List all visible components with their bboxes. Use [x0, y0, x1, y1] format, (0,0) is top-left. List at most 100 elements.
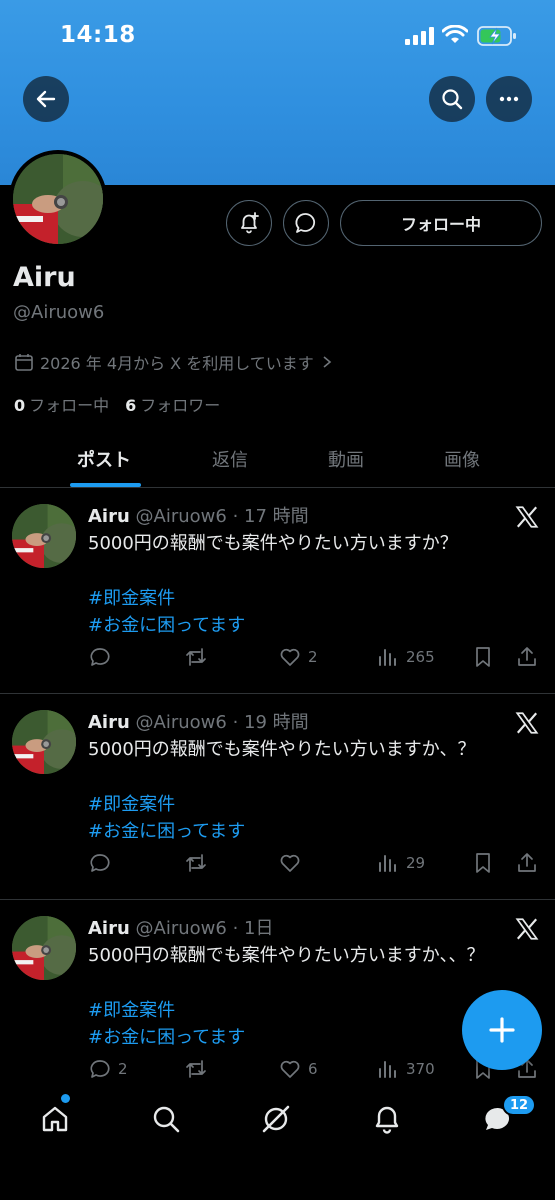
chat-bubble-icon — [295, 213, 315, 233]
nav-grok[interactable] — [258, 1101, 294, 1137]
home-icon — [42, 1106, 68, 1132]
followers-label: フォロワー — [140, 396, 221, 415]
search-icon — [442, 89, 463, 110]
like-button[interactable] — [278, 850, 308, 876]
direct-message-button[interactable] — [283, 200, 329, 246]
bookmark-button[interactable] — [471, 644, 495, 670]
hashtag-link[interactable]: #お金に困ってます — [88, 611, 245, 637]
hashtag-link[interactable]: #即金案件 — [88, 584, 175, 610]
heart-icon — [280, 648, 300, 666]
hashtag-link[interactable]: #即金案件 — [88, 790, 175, 816]
bell-icon — [375, 1106, 399, 1134]
tweet-author-name[interactable]: Airu — [88, 712, 130, 733]
bookmark-icon — [476, 647, 490, 667]
nav-home[interactable] — [37, 1101, 73, 1137]
followers-count: 6 — [125, 396, 137, 415]
reply-icon — [90, 854, 110, 872]
bookmark-button[interactable] — [471, 850, 495, 876]
arrow-left-icon — [36, 90, 56, 108]
avatar-photo — [12, 504, 76, 568]
plus-icon — [489, 1017, 515, 1043]
share-button[interactable] — [515, 850, 539, 876]
more-horizontal-icon — [499, 96, 519, 102]
bell-plus-icon — [241, 212, 259, 234]
tweet-meta: @Airuow6 · 1日 — [135, 918, 274, 939]
views-chart-icon — [379, 1061, 396, 1078]
like-button[interactable]: 2 — [278, 644, 318, 670]
tweet[interactable]: Airu @Airuow6 · 19 時間 5000円の報酬でも案件やりたい方い… — [0, 694, 555, 900]
profile-avatar[interactable] — [9, 150, 107, 248]
reply-count: 2 — [118, 1060, 128, 1078]
tweet-text: 5000円の報酬でも案件やりたい方いますか、、？ — [88, 945, 485, 966]
tab-videos[interactable]: 動画 — [288, 430, 404, 487]
views-button[interactable]: 370 — [376, 1056, 435, 1082]
back-button[interactable] — [23, 76, 69, 122]
tweet-author-name[interactable]: Airu — [88, 918, 130, 939]
active-tab-indicator — [70, 483, 141, 487]
views-button[interactable]: 265 — [376, 644, 435, 670]
home-unread-dot — [61, 1094, 70, 1103]
repost-button[interactable] — [184, 1056, 214, 1082]
views-chart-icon — [379, 855, 396, 872]
repost-icon — [186, 1060, 206, 1078]
tweet-actions: 29 — [88, 850, 544, 876]
tab-images[interactable]: 画像 — [404, 430, 520, 487]
status-time: 14:18 — [60, 22, 136, 48]
share-button[interactable] — [515, 644, 539, 670]
tweet-author-name[interactable]: Airu — [88, 506, 130, 527]
repost-button[interactable] — [184, 644, 214, 670]
profile-search-button[interactable] — [429, 76, 475, 122]
like-button[interactable]: 6 — [278, 1056, 318, 1082]
x-logo-icon — [515, 918, 539, 940]
wifi-icon — [442, 25, 468, 43]
bottom-navigation — [0, 1086, 555, 1200]
tweet-avatar[interactable] — [12, 710, 76, 774]
view-count: 370 — [406, 1060, 435, 1078]
tweet-meta: @Airuow6 · 19 時間 — [135, 712, 309, 733]
tweet-avatar[interactable] — [12, 916, 76, 980]
tweet-meta: @Airuow6 · 17 時間 — [135, 506, 309, 527]
tweet-actions: 2 265 — [88, 644, 544, 670]
repost-button[interactable] — [184, 850, 214, 876]
hashtag-link[interactable]: #お金に困ってます — [88, 817, 245, 843]
avatar-photo — [12, 710, 76, 774]
tweet[interactable]: Airu @Airuow6 · 17 時間 5000円の報酬でも案件やりたい方い… — [0, 488, 555, 694]
tweet-text: 5000円の報酬でも案件やりたい方いますか、？ — [88, 739, 476, 760]
nav-notifications[interactable] — [369, 1101, 405, 1137]
hashtag-link[interactable]: #即金案件 — [88, 996, 175, 1022]
following-label: フォロー中 — [29, 396, 110, 415]
x-logo-icon — [515, 506, 539, 528]
reply-button[interactable] — [88, 644, 118, 670]
view-count: 265 — [406, 648, 435, 666]
nav-explore[interactable] — [148, 1101, 184, 1137]
tweet-header: Airu @Airuow6 · 19 時間 — [88, 708, 309, 734]
more-options-button[interactable] — [486, 76, 532, 122]
status-bar: 14:18 — [0, 0, 555, 72]
following-link[interactable]: 0 フォロー中 — [14, 392, 109, 416]
views-button[interactable]: 29 — [376, 850, 425, 876]
joined-date-text: 2026 年 4月から X を利用しています — [40, 354, 314, 373]
heart-icon — [280, 854, 300, 872]
like-count: 2 — [308, 648, 318, 666]
reply-button[interactable]: 2 — [88, 1056, 128, 1082]
share-icon — [518, 647, 536, 666]
hashtag-link[interactable]: #お金に困ってます — [88, 1023, 245, 1049]
avatar-photo — [13, 154, 103, 244]
tab-posts[interactable]: ポスト — [48, 430, 160, 487]
following-count: 0 — [14, 396, 26, 415]
compose-post-button[interactable] — [462, 990, 542, 1070]
x-logo-icon — [515, 712, 539, 734]
share-icon — [518, 853, 536, 872]
notification-subscribe-button[interactable] — [226, 200, 272, 246]
joined-date[interactable]: 2026 年 4月から X を利用しています — [14, 350, 334, 374]
following-button[interactable]: フォロー中 — [340, 200, 542, 246]
follow-stats: 0 フォロー中 6 フォロワー — [14, 392, 220, 416]
profile-handle: @Airuow6 — [13, 302, 105, 323]
grok-icon — [262, 1105, 290, 1133]
tweet-avatar[interactable] — [12, 504, 76, 568]
followers-link[interactable]: 6 フォロワー — [125, 392, 220, 416]
tab-replies[interactable]: 返信 — [172, 430, 288, 487]
heart-icon — [280, 1060, 300, 1078]
profile-name: Airu — [13, 262, 76, 293]
reply-button[interactable] — [88, 850, 118, 876]
